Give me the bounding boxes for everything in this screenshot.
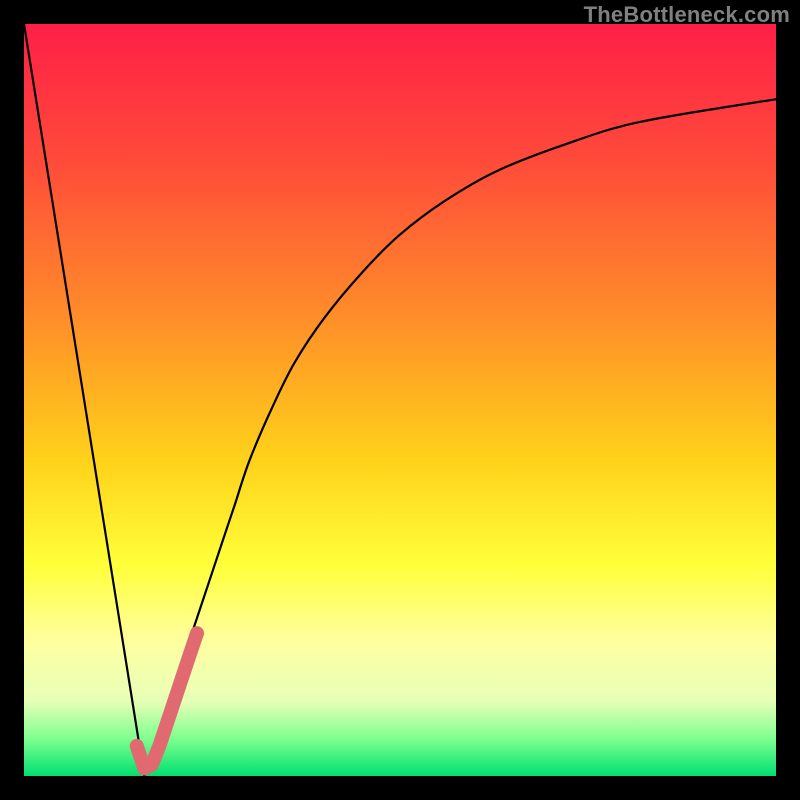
chart-line-left [24, 24, 144, 776]
chart-frame: TheBottleneck.com [0, 0, 800, 800]
chart-highlight [137, 633, 197, 768]
plot-area [24, 24, 776, 776]
chart-line-right [144, 99, 776, 776]
chart-svg [24, 24, 776, 776]
